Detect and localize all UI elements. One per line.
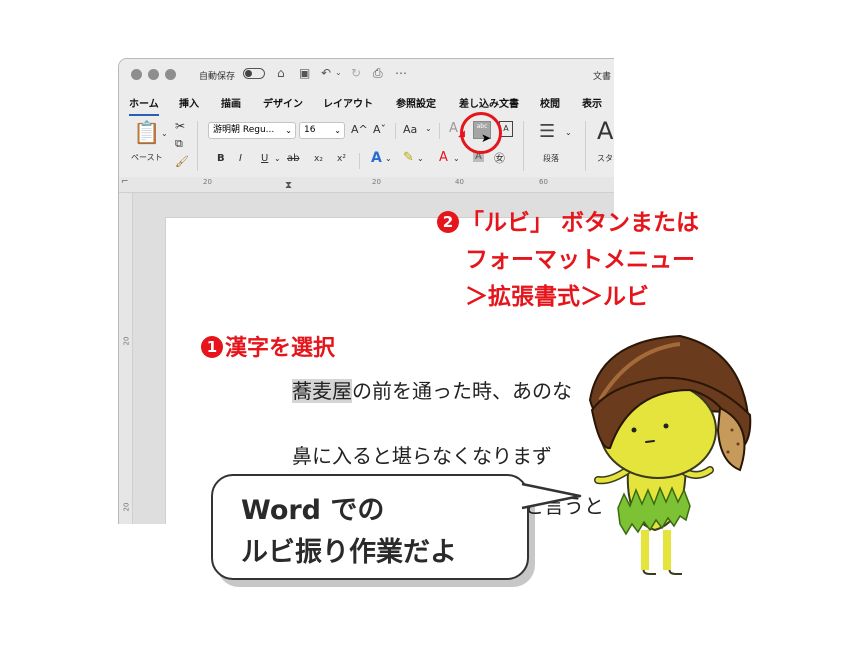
bold-button[interactable]: B (217, 153, 225, 164)
paragraph-icon[interactable]: ☰ (539, 121, 555, 142)
ribbon-separator (523, 121, 524, 171)
tab-insert[interactable]: 挿入 (179, 95, 199, 110)
ribbon-separator (439, 123, 440, 139)
ruby-button-highlight (460, 112, 502, 154)
copy-icon[interactable]: ⧉ (175, 137, 183, 151)
autosave-label: 自動保存 (199, 72, 236, 82)
ruler-tick-label: 20 (203, 178, 212, 186)
tab-layout[interactable]: レイアウト (323, 95, 373, 110)
ribbon-separator (359, 153, 360, 169)
home-ribbon: 📋 ⌄ ペースト ✂ ⧉ 🖌 游明朝 Regu... ⌄ 16 ⌄ A^ Aˇ … (119, 117, 614, 177)
tab-references[interactable]: 参照設定 (396, 95, 436, 110)
document-line-2[interactable]: 鼻に入ると堪らなくなりまず (292, 440, 552, 469)
ribbon-separator (197, 121, 198, 171)
chevron-down-icon: ⌄ (285, 126, 292, 135)
chevron-down-icon[interactable]: ⌄ (425, 124, 432, 133)
chestnut-mascot-icon (588, 334, 752, 575)
ruler-tick-label: 60 (539, 178, 548, 186)
font-size-value: 16 (304, 125, 316, 135)
step1-callout: 1 漢字を選択 (201, 330, 335, 362)
home-icon[interactable]: ⌂ (277, 65, 285, 81)
undo-icon[interactable]: ↶ (321, 65, 331, 81)
ruler-tick-label: 20 (122, 336, 131, 346)
highlight-color-icon[interactable]: ✎ (403, 150, 414, 165)
enclose-circle-icon[interactable]: ㊛ (494, 150, 505, 166)
font-color-icon[interactable]: A (439, 150, 448, 165)
superscript-button[interactable]: x² (337, 154, 346, 164)
autosave-toggle[interactable] (243, 68, 265, 79)
bubble-line-2: ルビ振り作業だよ (241, 537, 457, 568)
paste-dropdown-icon[interactable]: ⌄ (161, 129, 168, 138)
strikethrough-button[interactable]: ab (287, 153, 299, 164)
zoom-window-button[interactable] (165, 69, 176, 80)
selected-kanji[interactable]: 蕎麦屋 (292, 379, 352, 403)
chevron-down-icon: ⌄ (334, 126, 341, 135)
shrink-font-button[interactable]: Aˇ (373, 123, 386, 136)
step2-line1-text: 「ルビ」 ボタンまたは (461, 210, 700, 236)
grow-font-button[interactable]: A^ (351, 123, 368, 136)
paste-label: ペースト (131, 153, 163, 162)
print-icon[interactable]: ⎙ (373, 65, 383, 81)
document-line-1[interactable]: 蕎麦屋の前を通った時、あのな (292, 368, 572, 414)
chevron-down-icon[interactable]: ⌄ (385, 154, 392, 163)
paste-icon[interactable]: 📋 (133, 121, 160, 146)
format-painter-icon[interactable]: 🖌 (175, 155, 189, 168)
minimize-window-button[interactable] (148, 69, 159, 80)
chevron-down-icon[interactable]: ⌄ (274, 154, 281, 163)
save-icon[interactable]: ▣ (299, 65, 310, 81)
speech-bubble: Word での ルビ振り作業だよ (211, 474, 529, 580)
ribbon-separator (395, 123, 396, 139)
indent-marker-icon[interactable]: ⧗ (285, 180, 292, 191)
paragraph-label: 段落 (543, 154, 559, 163)
step2-line2: フォーマットメニュー (465, 247, 695, 273)
clear-formatting-icon[interactable]: A (449, 121, 458, 136)
styles-icon[interactable]: A (597, 117, 613, 145)
bubble-line-1: Word での (241, 495, 385, 526)
step2-badge: 2 (437, 211, 459, 233)
tab-draw[interactable]: 描画 (221, 95, 241, 110)
font-name-value: 游明朝 Regu... (213, 125, 275, 135)
title-bar: 自動保存 ⌂ ▣ ↶ ⌄ ↻ ⎙ ⋯ 文書 (119, 59, 614, 89)
tab-view[interactable]: 表示 (582, 95, 602, 110)
chevron-down-icon[interactable]: ⌄ (565, 128, 572, 137)
ruler-tick-label: 20 (122, 502, 131, 512)
chevron-down-icon[interactable]: ⌄ (417, 154, 424, 163)
styles-label: スタ (597, 154, 613, 163)
more-icon[interactable]: ⋯ (395, 65, 407, 81)
step2-line3: ＞拡張書式＞ルビ (465, 284, 649, 310)
horizontal-ruler[interactable]: ⌐ 20 ⧗ 20 40 60 (119, 177, 614, 193)
vertical-ruler[interactable]: 20 20 (119, 193, 133, 524)
subscript-button[interactable]: x₂ (314, 154, 323, 164)
cut-icon[interactable]: ✂ (175, 119, 185, 133)
document-title: 文書 (593, 72, 612, 82)
change-case-button[interactable]: Aa (403, 123, 417, 136)
italic-button[interactable]: I (239, 153, 242, 164)
tab-mailings[interactable]: 差し込み文書 (459, 95, 519, 110)
tab-design[interactable]: デザイン (263, 95, 303, 110)
tab-review[interactable]: 校閲 (540, 95, 560, 110)
close-window-button[interactable] (131, 69, 142, 80)
undo-dropdown-icon[interactable]: ⌄ (335, 65, 342, 81)
redo-icon[interactable]: ↻ (351, 65, 361, 81)
ribbon-separator (585, 121, 586, 171)
font-size-select[interactable]: 16 ⌄ (299, 122, 345, 139)
ruler-tick-label: 40 (455, 178, 464, 186)
ruler-tick-label: 20 (372, 178, 381, 186)
underline-button[interactable]: U (261, 153, 268, 164)
font-name-select[interactable]: 游明朝 Regu... ⌄ (208, 122, 296, 139)
step2-line1: 2 「ルビ」 ボタンまたは (437, 203, 699, 237)
line-1-rest: の前を通った時、あのな (352, 379, 572, 403)
chevron-down-icon[interactable]: ⌄ (453, 154, 460, 163)
tab-home[interactable]: ホーム (129, 95, 159, 116)
ribbon-tabs: ホーム 挿入 描画 デザイン レイアウト 参照設定 差し込み文書 校閲 表示 (119, 89, 614, 117)
step1-badge: 1 (201, 336, 223, 358)
text-effects-icon[interactable]: A (371, 150, 382, 166)
step1-text: 漢字を選択 (225, 336, 336, 361)
tab-stop-icon[interactable]: ⌐ (121, 177, 129, 187)
